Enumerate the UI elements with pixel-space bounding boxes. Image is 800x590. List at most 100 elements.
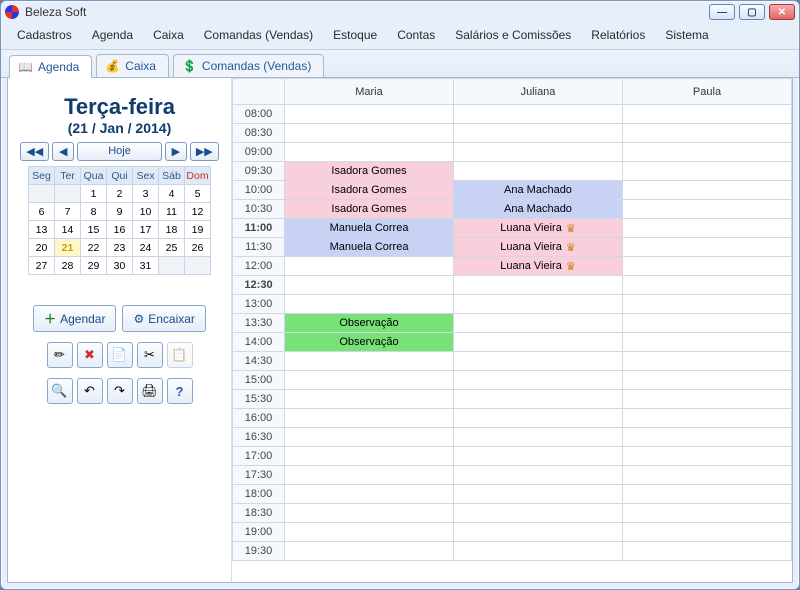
nav-today-button[interactable]: Hoje xyxy=(77,142,162,161)
schedule-cell[interactable] xyxy=(623,124,792,143)
calendar-day[interactable]: 30 xyxy=(107,257,133,275)
schedule-cell[interactable] xyxy=(623,409,792,428)
calendar-day[interactable]: 11 xyxy=(159,203,185,221)
schedule-cell[interactable]: Manuela Correa xyxy=(285,238,454,257)
schedule-cell[interactable] xyxy=(623,542,792,561)
schedule-cell[interactable] xyxy=(454,371,623,390)
nav-next-button[interactable]: ▶ xyxy=(165,142,187,161)
appointment[interactable]: Manuela Correa xyxy=(285,238,453,256)
schedule-cell[interactable]: Observação xyxy=(285,314,454,333)
schedule-cell[interactable] xyxy=(285,352,454,371)
schedule-cell[interactable] xyxy=(623,485,792,504)
print-button[interactable]: 🖨 xyxy=(137,378,163,404)
schedule-cell[interactable] xyxy=(623,523,792,542)
maximize-button[interactable]: ▢ xyxy=(739,4,765,20)
menu-estoque[interactable]: Estoque xyxy=(323,25,387,45)
nav-first-button[interactable]: ◀◀ xyxy=(20,142,49,161)
calendar-day[interactable]: 13 xyxy=(29,221,55,239)
schedule-cell[interactable]: Isadora Gomes xyxy=(285,200,454,219)
calendar-day[interactable]: 28 xyxy=(55,257,81,275)
schedule-cell[interactable] xyxy=(285,143,454,162)
schedule-cell[interactable] xyxy=(285,542,454,561)
copy-button[interactable]: 📄 xyxy=(107,342,133,368)
schedule-cell[interactable] xyxy=(623,390,792,409)
calendar-day[interactable]: 7 xyxy=(55,203,81,221)
schedule-cell[interactable] xyxy=(454,428,623,447)
delete-button[interactable]: ✖ xyxy=(77,342,103,368)
schedule-cell[interactable] xyxy=(623,276,792,295)
schedule-cell[interactable]: Ana Machado xyxy=(454,200,623,219)
undo-button[interactable]: ↶ xyxy=(77,378,103,404)
edit-button[interactable]: ✏ xyxy=(47,342,73,368)
appointment[interactable]: Luana Vieira♛ xyxy=(454,238,622,256)
calendar-day[interactable]: 17 xyxy=(133,221,159,239)
calendar-day[interactable]: 31 xyxy=(133,257,159,275)
menu-caixa[interactable]: Caixa xyxy=(143,25,194,45)
search-button[interactable]: 🔍 xyxy=(47,378,73,404)
schedule-cell[interactable] xyxy=(454,542,623,561)
schedule-cell[interactable]: Isadora Gomes xyxy=(285,181,454,200)
schedule-cell[interactable] xyxy=(285,485,454,504)
menu-agenda[interactable]: Agenda xyxy=(82,25,143,45)
menu-sistema[interactable]: Sistema xyxy=(655,25,718,45)
agendar-button[interactable]: ＋ Agendar xyxy=(33,305,116,332)
calendar-day[interactable]: 25 xyxy=(159,239,185,257)
encaixar-button[interactable]: ⚙ Encaixar xyxy=(122,305,205,332)
schedule-cell[interactable]: Luana Vieira♛ xyxy=(454,238,623,257)
schedule-cell[interactable] xyxy=(623,143,792,162)
schedule-cell[interactable]: Observação xyxy=(285,333,454,352)
cut-button[interactable]: ✂ xyxy=(137,342,163,368)
menu-sal-rios-e-comiss-es[interactable]: Salários e Comissões xyxy=(445,25,581,45)
calendar-day[interactable]: 16 xyxy=(107,221,133,239)
calendar-day[interactable]: 24 xyxy=(133,239,159,257)
calendar-day[interactable]: 12 xyxy=(185,203,211,221)
schedule-cell[interactable] xyxy=(454,447,623,466)
calendar-day[interactable]: 26 xyxy=(185,239,211,257)
appointment[interactable]: Isadora Gomes xyxy=(285,162,453,180)
schedule-cell[interactable] xyxy=(285,504,454,523)
menu-cadastros[interactable]: Cadastros xyxy=(7,25,82,45)
schedule-cell[interactable] xyxy=(454,523,623,542)
schedule-cell[interactable] xyxy=(623,333,792,352)
schedule-cell[interactable] xyxy=(623,162,792,181)
schedule-cell[interactable] xyxy=(285,447,454,466)
appointment[interactable]: Isadora Gomes xyxy=(285,181,453,199)
appointment[interactable]: Ana Machado xyxy=(454,200,622,218)
appointment[interactable]: Manuela Correa xyxy=(285,219,453,237)
schedule-cell[interactable] xyxy=(285,276,454,295)
schedule-cell[interactable] xyxy=(623,238,792,257)
schedule-cell[interactable]: Isadora Gomes xyxy=(285,162,454,181)
calendar-day[interactable]: 18 xyxy=(159,221,185,239)
schedule-cell[interactable]: Luana Vieira♛ xyxy=(454,257,623,276)
calendar-day[interactable]: 4 xyxy=(159,185,185,203)
redo-button[interactable]: ↷ xyxy=(107,378,133,404)
schedule-cell[interactable] xyxy=(454,162,623,181)
schedule-cell[interactable] xyxy=(454,409,623,428)
appointment[interactable]: Observação xyxy=(285,333,453,351)
schedule-cell[interactable] xyxy=(285,523,454,542)
schedule-cell[interactable] xyxy=(285,409,454,428)
schedule-cell[interactable] xyxy=(285,124,454,143)
calendar-day[interactable]: 15 xyxy=(81,221,107,239)
calendar-day[interactable]: 29 xyxy=(81,257,107,275)
help-button[interactable]: ? xyxy=(167,378,193,404)
schedule-cell[interactable] xyxy=(454,390,623,409)
schedule-cell[interactable] xyxy=(623,352,792,371)
calendar-day[interactable]: 23 xyxy=(107,239,133,257)
schedule-cell[interactable] xyxy=(623,219,792,238)
schedule-cell[interactable]: Ana Machado xyxy=(454,181,623,200)
calendar-day[interactable]: 8 xyxy=(81,203,107,221)
schedule-cell[interactable] xyxy=(454,333,623,352)
schedule-cell[interactable] xyxy=(623,257,792,276)
menu-relat-rios[interactable]: Relatórios xyxy=(581,25,655,45)
calendar-day[interactable]: 6 xyxy=(29,203,55,221)
minimize-button[interactable]: — xyxy=(709,4,735,20)
schedule-cell[interactable]: Manuela Correa xyxy=(285,219,454,238)
appointment[interactable]: Luana Vieira♛ xyxy=(454,219,622,237)
calendar-day[interactable]: 19 xyxy=(185,221,211,239)
schedule-cell[interactable] xyxy=(623,428,792,447)
nav-prev-button[interactable]: ◀ xyxy=(52,142,74,161)
menu-comandas-vendas-[interactable]: Comandas (Vendas) xyxy=(194,25,323,45)
appointment[interactable]: Isadora Gomes xyxy=(285,200,453,218)
calendar-day[interactable]: 5 xyxy=(185,185,211,203)
